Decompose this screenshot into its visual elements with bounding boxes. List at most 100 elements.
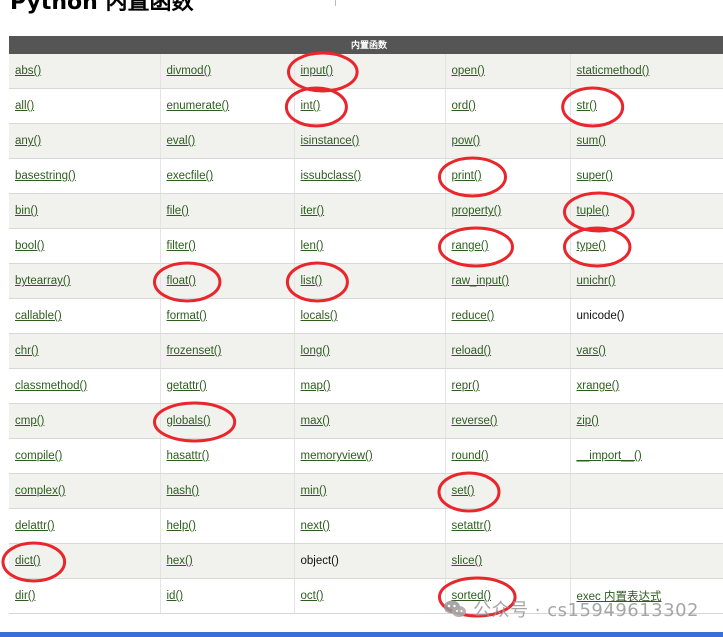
function-link[interactable]: divmod() (167, 65, 212, 77)
function-link[interactable]: bool() (15, 240, 44, 252)
function-link[interactable]: hasattr() (167, 450, 210, 462)
function-link[interactable]: reverse() (452, 415, 498, 427)
function-link[interactable]: callable() (15, 310, 62, 322)
function-link[interactable]: oct() (301, 590, 324, 602)
table-cell (570, 473, 723, 509)
function-link[interactable]: setattr() (452, 520, 492, 532)
table-cell: sum() (570, 123, 723, 159)
function-link[interactable]: locals() (301, 310, 338, 322)
table-cell: eval() (160, 123, 295, 159)
function-link[interactable]: map() (301, 380, 331, 392)
function-link[interactable]: enumerate() (167, 100, 230, 112)
function-link[interactable]: reduce() (452, 310, 495, 322)
table-cell: set() (445, 473, 571, 509)
function-link[interactable]: id() (167, 590, 184, 602)
table-row: bool() filter() len() range() type() (9, 228, 723, 264)
function-link[interactable]: any() (15, 135, 41, 147)
function-link[interactable]: classmethod() (15, 380, 87, 392)
function-link[interactable]: max() (301, 415, 330, 427)
function-link[interactable]: len() (301, 240, 324, 252)
function-link[interactable]: super() (577, 170, 613, 182)
function-link[interactable]: all() (15, 100, 34, 112)
function-link[interactable]: open() (452, 65, 485, 77)
function-link[interactable]: dict() (15, 555, 41, 567)
function-link[interactable]: type() (577, 240, 606, 252)
function-link[interactable]: getattr() (167, 380, 207, 392)
function-link[interactable]: xrange() (577, 380, 620, 392)
function-link[interactable]: chr() (15, 345, 39, 357)
function-link[interactable]: float() (167, 275, 196, 287)
function-link[interactable]: min() (301, 485, 327, 497)
table-cell: bin() (9, 193, 161, 229)
table-cell: reverse() (445, 403, 571, 439)
function-link[interactable]: vars() (577, 345, 606, 357)
table-cell: filter() (160, 228, 295, 264)
function-link[interactable]: slice() (452, 555, 483, 567)
wechat-icon (443, 599, 467, 619)
table-cell: all() (9, 88, 161, 124)
function-link[interactable]: hex() (167, 555, 193, 567)
function-link[interactable]: hash() (167, 485, 200, 497)
function-link[interactable]: range() (452, 240, 489, 252)
function-link[interactable]: delattr() (15, 520, 55, 532)
table-body: abs() divmod() input() open() staticmethod()… (9, 54, 723, 614)
function-link[interactable]: zip() (577, 415, 599, 427)
table-cell: dict() (9, 543, 161, 579)
function-link[interactable]: format() (167, 310, 207, 322)
function-link[interactable]: isinstance() (301, 135, 360, 147)
function-link[interactable]: bytearray() (15, 275, 71, 287)
function-link[interactable]: frozenset() (167, 345, 222, 357)
table-cell: reload() (445, 333, 571, 369)
function-link[interactable]: memoryview() (301, 450, 373, 462)
table-cell: execfile() (160, 158, 295, 194)
table-row: cmp() globals() max() reverse() zip() (9, 403, 723, 439)
function-link[interactable]: next() (301, 520, 330, 532)
function-link[interactable]: filter() (167, 240, 196, 252)
function-link[interactable]: pow() (452, 135, 481, 147)
function-link[interactable]: repr() (452, 380, 480, 392)
function-link[interactable]: abs() (15, 65, 41, 77)
table-cell: super() (570, 158, 723, 194)
table-row: basestring() execfile() issubclass() print(… (9, 158, 723, 194)
function-link[interactable]: bin() (15, 205, 38, 217)
table-cell: chr() (9, 333, 161, 369)
function-link[interactable]: set() (452, 485, 475, 497)
function-link[interactable]: unichr() (577, 275, 616, 287)
table-cell: str() (570, 88, 723, 124)
function-link[interactable]: list() (301, 275, 323, 287)
function-link[interactable]: staticmethod() (577, 65, 650, 77)
function-link[interactable]: long() (301, 345, 330, 357)
function-link[interactable]: round() (452, 450, 489, 462)
function-link[interactable]: cmp() (15, 415, 44, 427)
function-link[interactable]: dir() (15, 590, 35, 602)
table-row: delattr() help() next() setattr() (9, 508, 723, 544)
table-cell: file() (160, 193, 295, 229)
table-cell: locals() (294, 298, 446, 334)
table-cell: next() (294, 508, 446, 544)
function-link[interactable]: int() (301, 100, 321, 112)
table-cell: format() (160, 298, 295, 334)
table-row: dict() hex() object() slice() (9, 543, 723, 579)
function-link[interactable]: raw_input() (452, 275, 510, 287)
function-link[interactable]: iter() (301, 205, 325, 217)
function-link[interactable]: globals() (167, 415, 211, 427)
function-link[interactable]: str() (577, 100, 597, 112)
function-link[interactable]: file() (167, 205, 189, 217)
function-link[interactable]: help() (167, 520, 196, 532)
function-link[interactable]: basestring() (15, 170, 76, 182)
function-link[interactable]: print() (452, 170, 482, 182)
function-link[interactable]: sum() (577, 135, 606, 147)
function-link[interactable]: ord() (452, 100, 476, 112)
table-cell: max() (294, 403, 446, 439)
function-link[interactable]: eval() (167, 135, 196, 147)
function-link[interactable]: property() (452, 205, 502, 217)
function-link[interactable]: execfile() (167, 170, 214, 182)
table-cell: vars() (570, 333, 723, 369)
function-link[interactable]: compile() (15, 450, 62, 462)
function-link[interactable]: input() (301, 65, 334, 77)
function-link[interactable]: reload() (452, 345, 492, 357)
function-link[interactable]: issubclass() (301, 170, 362, 182)
function-link[interactable]: complex() (15, 485, 65, 497)
function-link[interactable]: __import__() (577, 450, 642, 462)
function-link[interactable]: tuple() (577, 205, 610, 217)
